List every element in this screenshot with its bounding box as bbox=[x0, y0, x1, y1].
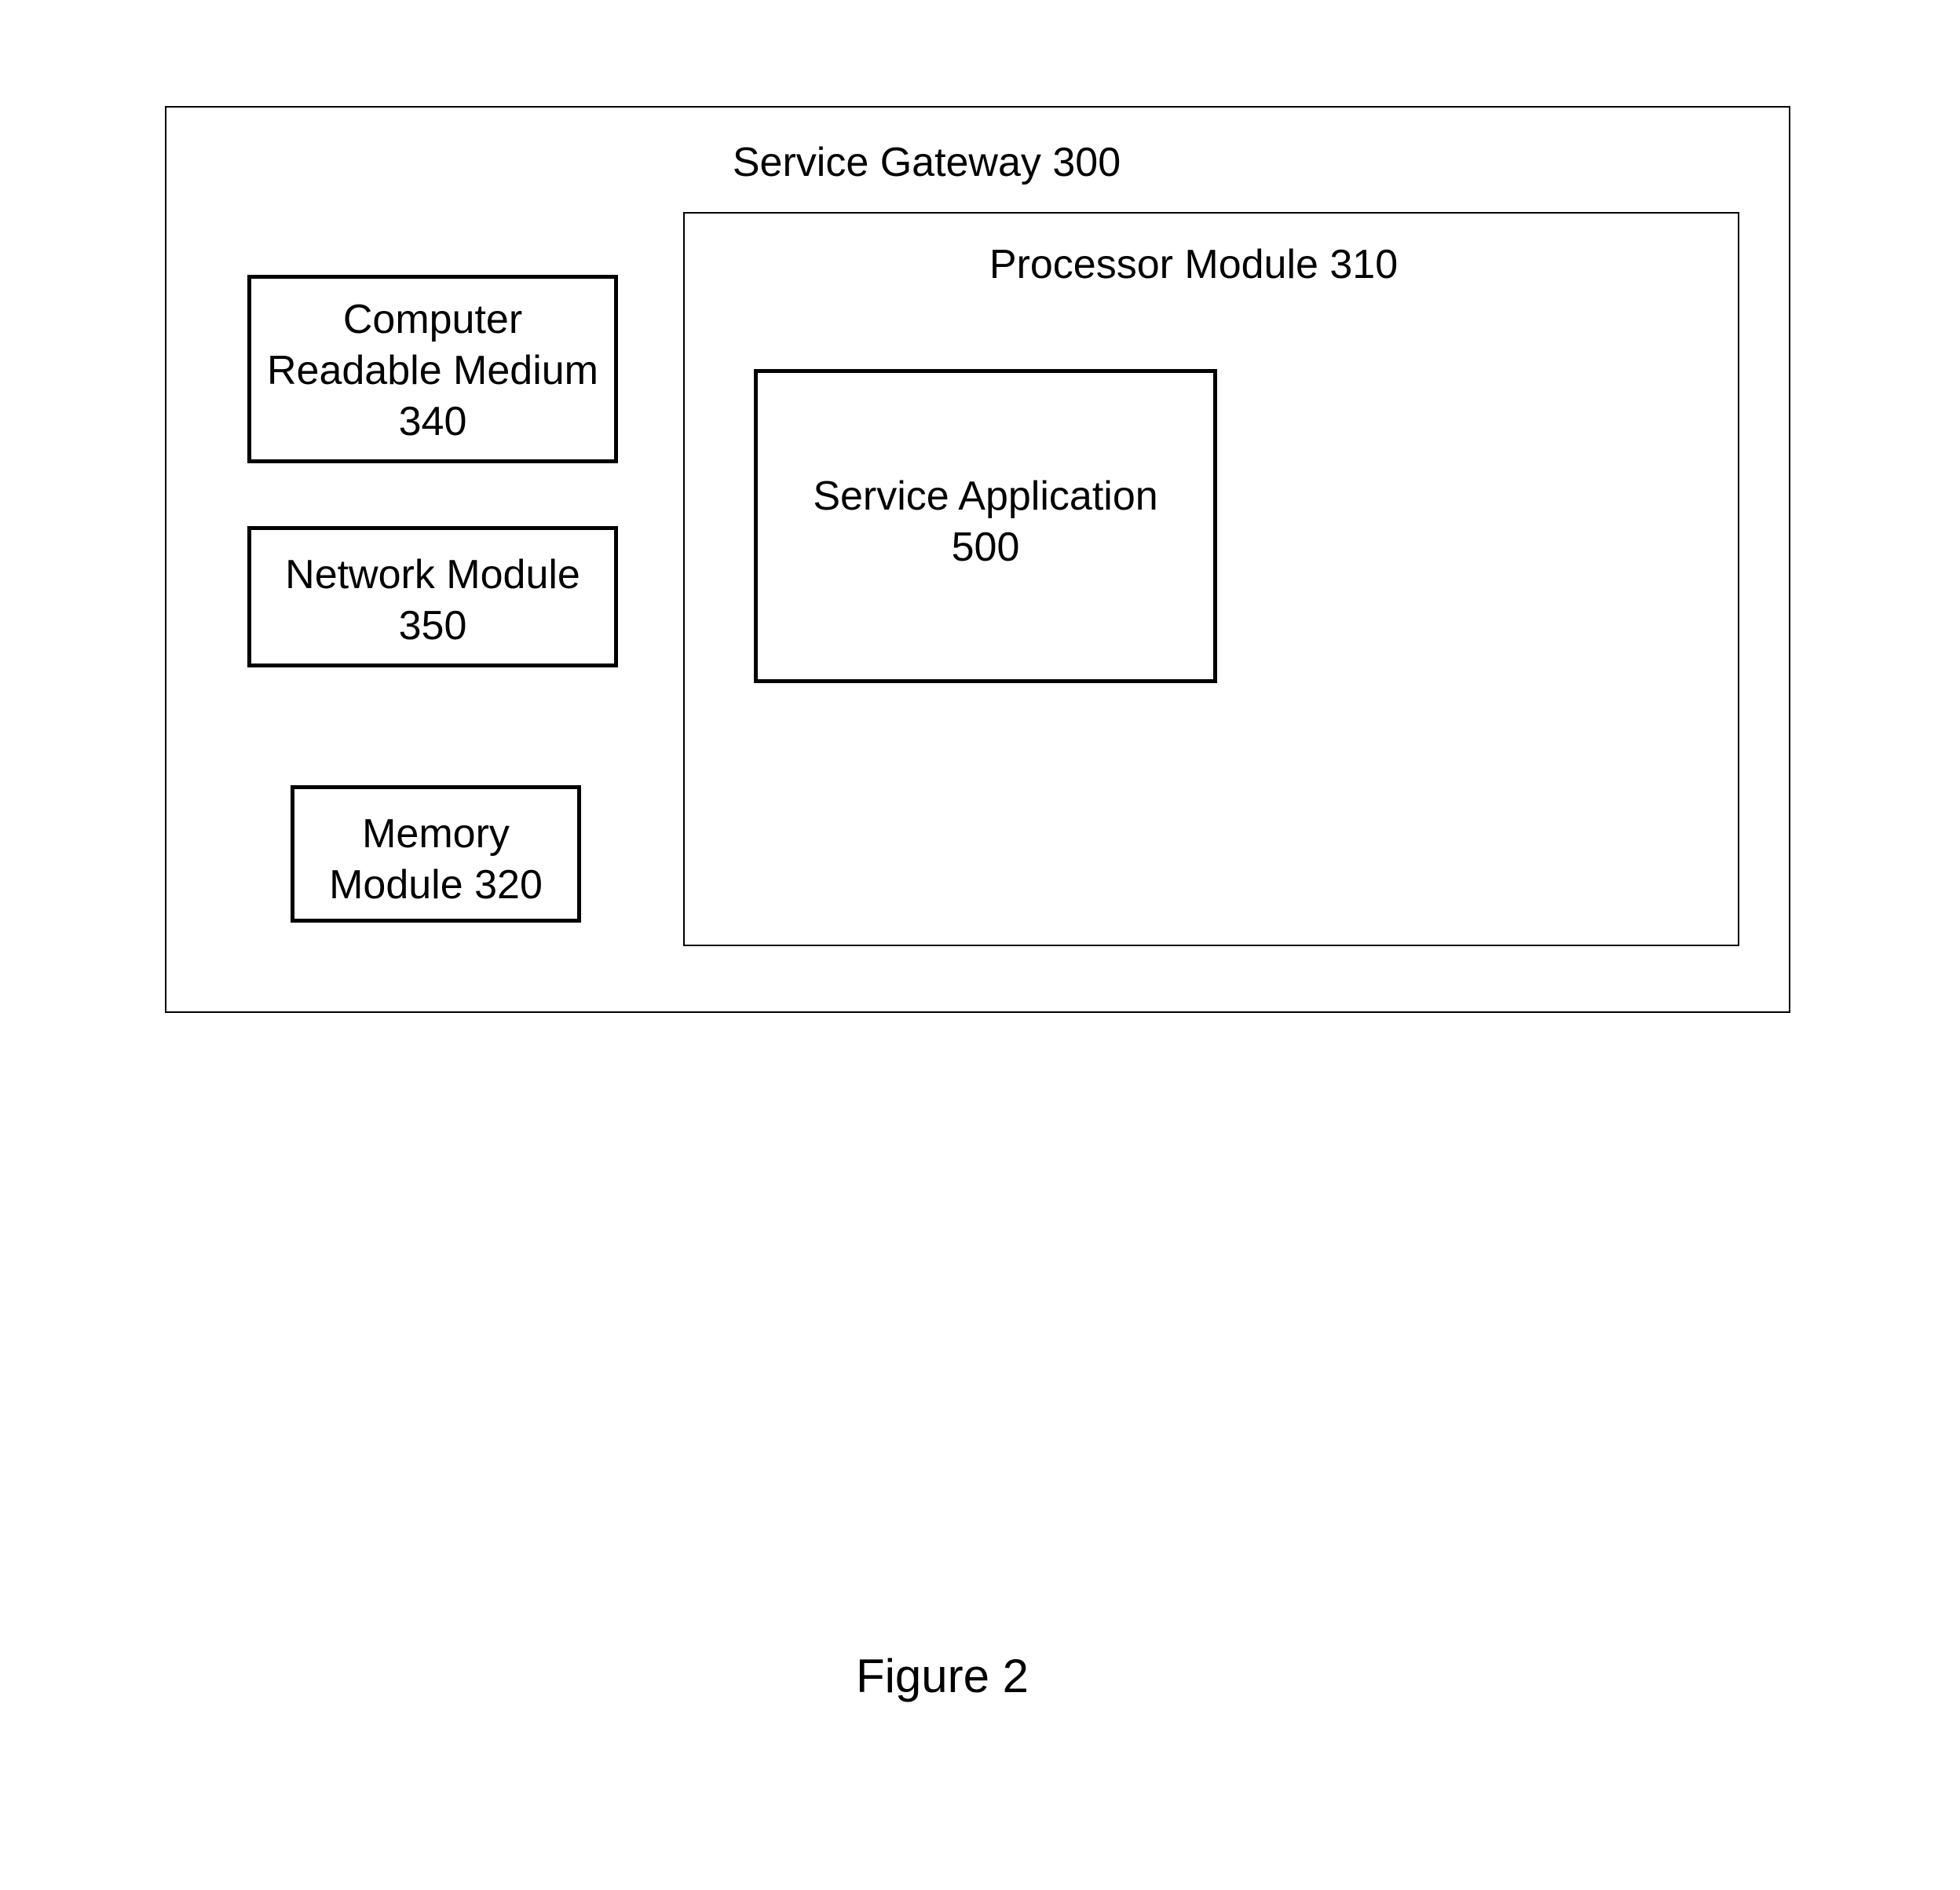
service-gateway-title: Service Gateway 300 bbox=[652, 137, 1201, 188]
computer-readable-medium-label: Computer Readable Medium 340 bbox=[247, 294, 618, 448]
processor-module-title: Processor Module 310 bbox=[919, 239, 1468, 291]
memory-module-label: Memory Module 320 bbox=[291, 809, 581, 911]
service-application-label: Service Application 500 bbox=[754, 471, 1217, 573]
figure-caption: Figure 2 bbox=[785, 1649, 1099, 1703]
network-module-label: Network Module 350 bbox=[247, 550, 618, 652]
